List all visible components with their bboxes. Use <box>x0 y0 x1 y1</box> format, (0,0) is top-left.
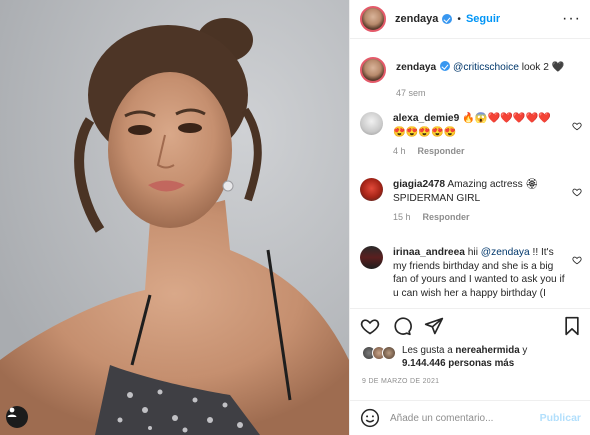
reply-button[interactable]: Responder <box>423 212 470 222</box>
comment-username[interactable]: irinaa_andreea <box>393 247 465 258</box>
more-options-icon[interactable]: ··· <box>562 10 581 28</box>
comments-list[interactable]: zendaya @criticschoice look 2 🖤 47 sem a… <box>350 40 590 308</box>
likers-avatars <box>362 346 398 360</box>
reply-button[interactable]: Responder <box>418 146 465 156</box>
comment-row: irinaa_andreea hii @zendaya !! It's my f… <box>360 246 582 300</box>
comment-button[interactable] <box>392 316 412 336</box>
separator-dot: • <box>457 13 461 25</box>
user-tag-icon <box>7 407 17 417</box>
verified-badge-icon <box>442 14 453 24</box>
comment-icon <box>394 316 412 335</box>
likes-text: Les gusta a nereahermida y 9.144.446 per… <box>402 344 527 370</box>
comment-text: hii <box>467 247 481 258</box>
commenter-avatar[interactable] <box>360 246 383 269</box>
verified-badge-icon <box>440 61 451 71</box>
post-photo[interactable] <box>0 0 349 435</box>
bookmark-icon <box>565 316 579 335</box>
likes-middle: y <box>519 345 528 356</box>
comment-body: irinaa_andreea hii @zendaya !! It's my f… <box>393 246 565 300</box>
likes-user[interactable]: nereahermida <box>455 345 519 356</box>
caption-body: zendaya @criticschoice look 2 🖤 47 sem <box>396 57 568 100</box>
follow-button[interactable]: Seguir <box>466 13 500 25</box>
comment-row: giagia2478 Amazing actress 🏵 SPIDERMAN G… <box>360 178 582 225</box>
publish-button[interactable]: Publicar <box>540 412 581 424</box>
likes-prefix: Les gusta a <box>402 345 456 356</box>
author-username[interactable]: zendaya <box>395 13 438 25</box>
caption-username[interactable]: zendaya <box>396 62 436 73</box>
post-date: 9 DE MARZO DE 2021 <box>362 378 440 385</box>
share-button[interactable] <box>424 316 444 336</box>
post-actions-bar <box>350 308 590 342</box>
commenter-avatar[interactable] <box>360 178 383 201</box>
comment-username[interactable]: giagia2478 <box>393 179 445 190</box>
commenter-avatar[interactable] <box>360 112 383 135</box>
comment-time: 4 h <box>393 146 406 157</box>
comment-like-heart-icon[interactable] <box>572 121 582 131</box>
comment-body: alexa_demie9 🔥😱❤️❤️❤️❤️❤️ 😍😍😍😍😍 4 h Respo… <box>393 112 565 159</box>
caption-row: zendaya @criticschoice look 2 🖤 47 sem <box>360 57 582 100</box>
liker-avatar <box>382 346 396 360</box>
post-header: zendaya • Seguir ··· <box>350 0 590 39</box>
share-icon <box>424 317 444 334</box>
save-button[interactable] <box>563 316 581 336</box>
caption-avatar[interactable] <box>360 57 386 83</box>
likes-count[interactable]: 9.144.446 personas más <box>402 358 514 369</box>
emoji-smiley-icon[interactable] <box>360 408 380 428</box>
user-tag-button[interactable] <box>6 406 28 428</box>
comment-time: 15 h <box>393 212 411 223</box>
comment-mention[interactable]: @zendaya <box>481 247 530 258</box>
caption-time: 47 sem <box>396 87 426 98</box>
comment-like-heart-icon[interactable] <box>572 187 582 197</box>
comment-body: giagia2478 Amazing actress 🏵 SPIDERMAN G… <box>393 178 565 225</box>
caption-emoji: 🖤 <box>551 62 565 73</box>
comment-like-heart-icon[interactable] <box>572 255 582 265</box>
caption-text: look 2 <box>518 62 549 73</box>
author-avatar[interactable] <box>360 6 386 32</box>
comment-row: alexa_demie9 🔥😱❤️❤️❤️❤️❤️ 😍😍😍😍😍 4 h Respo… <box>360 112 582 159</box>
comment-username[interactable]: alexa_demie9 <box>393 113 459 124</box>
caption-mention[interactable]: @criticschoice <box>453 62 519 73</box>
add-comment-bar: Publicar <box>350 400 590 435</box>
likes-summary: Les gusta a nereahermida y 9.144.446 per… <box>362 344 527 370</box>
portrait-illustration <box>0 0 349 435</box>
post-side-panel: zendaya • Seguir ··· zendaya @criticscho… <box>349 0 590 435</box>
heart-icon <box>360 318 380 334</box>
like-button[interactable] <box>360 316 380 336</box>
comment-input[interactable] <box>390 412 530 424</box>
